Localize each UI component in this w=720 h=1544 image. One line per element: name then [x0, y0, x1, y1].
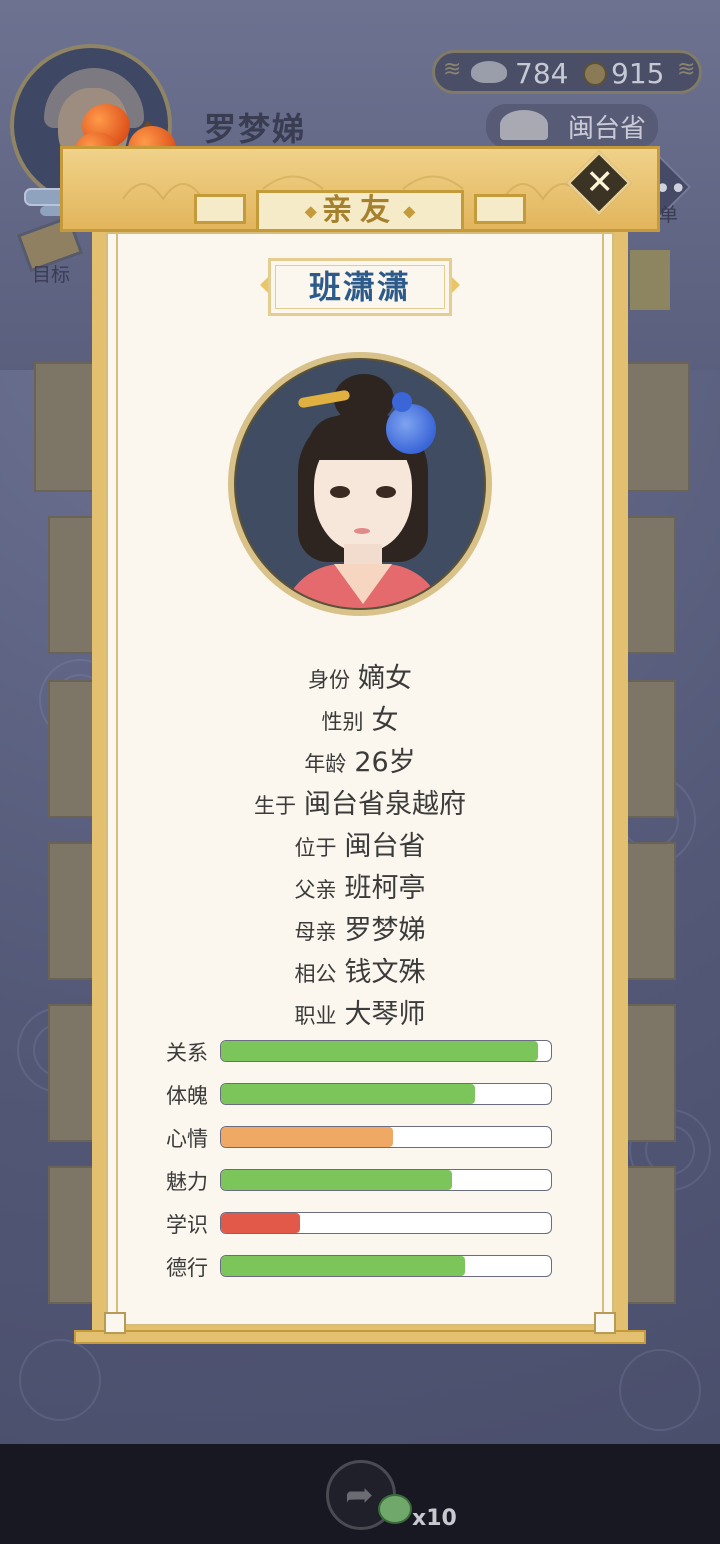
header-side-plate	[474, 194, 526, 224]
info-value: 班柯亭	[344, 873, 426, 904]
share-icon: ➦	[345, 1475, 374, 1515]
info-row-location: 位于 闽台省	[92, 824, 628, 863]
copper-amount: 915	[611, 57, 665, 90]
stat-fill	[221, 1127, 393, 1147]
stat-virtue: 德行	[166, 1255, 556, 1280]
list-item[interactable]	[624, 1166, 676, 1304]
stat-fill	[221, 1170, 452, 1190]
reward-count: x10	[412, 1506, 457, 1531]
corner-ornament	[594, 1312, 616, 1334]
silver-amount: 784	[515, 57, 569, 90]
modal-title-plate: ◆ 亲友 ◆	[256, 190, 464, 232]
currency-display: ≋ 784 915 ≋	[432, 50, 702, 94]
list-item[interactable]	[624, 842, 676, 980]
stat-label: 心情	[166, 1127, 208, 1151]
stat-track	[220, 1126, 552, 1148]
player-name: 罗梦娣	[204, 110, 307, 148]
info-row-occupation: 职业 大琴师	[92, 992, 628, 1031]
stat-track	[220, 1040, 552, 1062]
jade-reward-icon	[378, 1494, 412, 1524]
character-name: 班潇潇	[308, 268, 411, 306]
info-row-age: 年龄 26岁	[92, 740, 628, 779]
stat-knowledge: 学识	[166, 1212, 556, 1237]
region-button[interactable]: 闽台省	[486, 104, 658, 148]
info-label: 父亲	[294, 878, 337, 902]
stat-track	[220, 1169, 552, 1191]
stat-fill	[221, 1084, 476, 1104]
info-value: 钱文殊	[344, 957, 426, 988]
info-value: 罗梦娣	[344, 915, 426, 946]
stat-label: 体魄	[166, 1084, 208, 1108]
info-row-father: 父亲 班柯亭	[92, 866, 628, 905]
stat-track	[220, 1255, 552, 1277]
stat-fill	[221, 1256, 466, 1276]
character-portrait	[228, 352, 492, 616]
list-item[interactable]	[624, 516, 676, 654]
stat-fill	[221, 1213, 301, 1233]
stat-track	[220, 1083, 552, 1105]
info-row-gender: 性别女	[92, 698, 628, 737]
stat-track	[220, 1212, 552, 1234]
info-label: 位于	[294, 836, 337, 860]
info-row-status: 身份 嫡女	[92, 656, 628, 695]
portrait-image	[234, 358, 486, 610]
modal-title: 亲友	[322, 193, 398, 228]
info-value: 嫡女	[358, 663, 412, 694]
info-row-birthplace: 生于 闽台省泉越府	[92, 782, 628, 821]
copper-coin-icon	[583, 62, 607, 86]
scroll-bottom-rod	[74, 1330, 646, 1344]
region-label: 闽台省	[568, 114, 647, 144]
stat-label: 学识	[166, 1213, 208, 1237]
region-icon	[500, 110, 548, 140]
stat-label: 关系	[166, 1041, 208, 1065]
bamboo-icon: ≋	[677, 57, 696, 82]
info-value: 26岁	[354, 747, 416, 778]
bamboo-icon: ≋	[443, 57, 462, 82]
stat-label: 德行	[166, 1256, 208, 1280]
info-label: 相公	[294, 962, 337, 986]
stat-mood: 心情	[166, 1126, 556, 1151]
list-item[interactable]	[624, 680, 676, 818]
character-name-plate: 班潇潇	[268, 258, 452, 316]
info-value: 闽台省泉越府	[304, 789, 466, 820]
stat-fill	[221, 1041, 538, 1061]
info-label: 职业	[294, 1004, 337, 1028]
info-label: 年龄	[304, 752, 347, 776]
list-item[interactable]	[620, 362, 690, 492]
close-icon: ✕	[585, 162, 614, 203]
info-row-husband: 相公 钱文殊	[92, 950, 628, 989]
info-label: 生于	[254, 794, 296, 818]
info-label: 性别	[321, 710, 364, 734]
info-value: 女	[371, 705, 399, 736]
info-value: 闽台省	[344, 831, 426, 862]
side-arrow-icon[interactable]	[630, 250, 670, 310]
stat-physique: 体魄	[166, 1083, 556, 1108]
list-item[interactable]	[624, 1004, 676, 1142]
stat-relationship: 关系	[166, 1040, 556, 1065]
info-label: 身份	[308, 668, 350, 692]
stat-label: 魅力	[166, 1170, 208, 1194]
stat-charm: 魅力	[166, 1169, 556, 1194]
silver-ingot-icon	[471, 61, 507, 83]
info-label: 母亲	[294, 920, 337, 944]
info-row-mother: 母亲 罗梦娣	[92, 908, 628, 947]
header-side-plate	[194, 194, 246, 224]
info-value: 大琴师	[344, 999, 426, 1030]
goal-label: 目标	[32, 264, 71, 286]
corner-ornament	[104, 1312, 126, 1334]
goal-button[interactable]: 目标	[12, 215, 88, 286]
